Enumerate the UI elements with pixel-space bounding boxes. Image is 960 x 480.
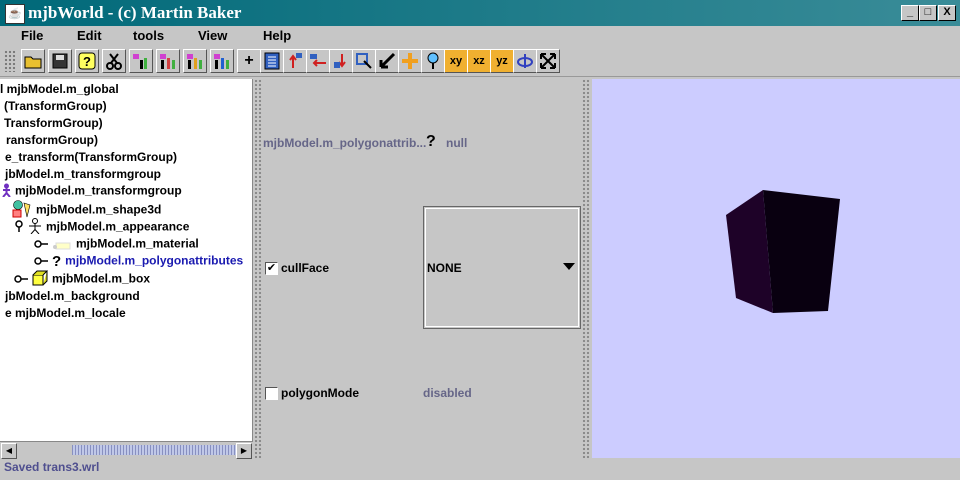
maximize-button[interactable]: □	[919, 5, 937, 21]
scroll-right-icon[interactable]: ▶	[236, 443, 252, 459]
3d-viewport[interactable]	[592, 79, 960, 458]
menu-tools[interactable]: tools	[133, 28, 164, 43]
right-splitter[interactable]	[582, 79, 590, 458]
node-name-label: mjbModel.m_polygonattrib...	[263, 136, 427, 150]
minimize-button[interactable]: _	[901, 5, 919, 21]
pin-icon[interactable]	[421, 49, 445, 73]
figure-icon	[2, 183, 11, 200]
select-node-icon[interactable]	[352, 49, 376, 73]
app-icon[interactable]: ☕	[5, 4, 25, 24]
move-down-icon[interactable]	[329, 49, 353, 73]
node-insert-1-icon[interactable]	[129, 49, 153, 73]
node-insert-2-icon[interactable]	[156, 49, 180, 73]
title-bar: ☕ mjbWorld - (c) Martin Baker _ □ X	[0, 0, 960, 26]
scene-tree[interactable]: l mjbModel.m_global (TransformGroup) Tra…	[0, 79, 253, 441]
menu-view[interactable]: View	[198, 28, 227, 43]
polygonmode-value: disabled	[423, 386, 472, 400]
key-expander-icon[interactable]	[14, 273, 28, 287]
cullface-value: NONE	[427, 261, 462, 275]
tree-node-box[interactable]: mjbModel.m_box	[14, 270, 150, 289]
tree-node-transformgroup-2[interactable]: TransformGroup)	[4, 116, 103, 130]
left-splitter[interactable]	[254, 79, 262, 458]
node-value: null	[446, 136, 468, 150]
cube-render	[726, 190, 840, 313]
stick-figure-icon	[28, 218, 42, 237]
polygonmode-checkbox[interactable]	[265, 387, 278, 400]
rotate-icon[interactable]	[513, 49, 537, 73]
tree-node-background[interactable]: jbModel.m_background	[5, 289, 140, 303]
menu-file[interactable]: File	[21, 28, 43, 43]
cut-icon[interactable]	[102, 49, 126, 73]
fullscreen-icon[interactable]	[536, 49, 560, 73]
node-insert-4-icon[interactable]	[210, 49, 234, 73]
key-expander-icon[interactable]	[14, 220, 24, 235]
key-expander-icon[interactable]	[34, 238, 48, 252]
polygonmode-label: polygonMode	[281, 386, 359, 400]
list-icon[interactable]	[260, 49, 284, 73]
menu-bar: File Edit tools View Help	[0, 26, 960, 46]
xy-icon[interactable]: xy	[444, 49, 468, 73]
question-icon: ?	[426, 133, 436, 150]
svg-text:?: ?	[83, 54, 91, 69]
tree-node-polygonattributes[interactable]: ? mjbModel.m_polygonattributes	[34, 253, 243, 270]
window-title: mjbWorld - (c) Martin Baker	[28, 3, 242, 22]
tree-node-transformgroup-3[interactable]: ransformGroup)	[6, 133, 98, 147]
scroll-thumb[interactable]	[72, 445, 236, 455]
cube-front-face	[763, 190, 840, 313]
toolbar-grip[interactable]	[4, 50, 16, 72]
scroll-left-icon[interactable]: ◀	[1, 443, 17, 459]
help-icon[interactable]: ?	[75, 49, 99, 73]
material-icon	[52, 236, 72, 253]
toolbar: ? + xy xz yz	[0, 46, 960, 77]
tree-node-global[interactable]: l mjbModel.m_global	[0, 82, 119, 96]
open-folder-icon[interactable]	[21, 49, 45, 73]
move-up-icon[interactable]	[283, 49, 307, 73]
tree-node-appearance[interactable]: mjbModel.m_appearance	[14, 218, 189, 237]
move-left-icon[interactable]	[306, 49, 330, 73]
box-icon	[32, 270, 49, 289]
tree-node-transformgroup[interactable]: jbModel.m_transformgroup	[5, 167, 161, 181]
tree-horizontal-scrollbar[interactable]: ◀ ▶	[0, 441, 253, 459]
key-expander-icon[interactable]	[34, 255, 48, 269]
tree-node-transformgroup-expanded[interactable]: mjbModel.m_transformgroup	[2, 183, 182, 200]
pan-icon[interactable]	[398, 49, 422, 73]
yz-icon[interactable]: yz	[490, 49, 514, 73]
arrow-icon[interactable]	[375, 49, 399, 73]
node-insert-3-icon[interactable]	[183, 49, 207, 73]
question-icon: ?	[52, 253, 62, 270]
dropdown-arrow-icon[interactable]	[563, 263, 575, 270]
close-button[interactable]: X	[938, 5, 956, 21]
status-bar-text: Saved trans3.wrl	[4, 460, 100, 474]
menu-help[interactable]: Help	[263, 28, 291, 43]
cullface-label: cullFace	[281, 261, 330, 275]
tree-node-transformgroup-1[interactable]: (TransformGroup)	[4, 99, 107, 113]
tree-node-locale[interactable]: e mjbModel.m_locale	[5, 306, 126, 320]
cullface-checkbox[interactable]: ✔	[265, 262, 278, 275]
add-icon[interactable]: +	[237, 49, 261, 73]
tree-node-e-transform[interactable]: e_transform(TransformGroup)	[5, 150, 177, 164]
save-icon[interactable]	[48, 49, 72, 73]
xz-icon[interactable]: xz	[467, 49, 491, 73]
menu-edit[interactable]: Edit	[77, 28, 102, 43]
tree-node-material[interactable]: mjbModel.m_material	[34, 236, 199, 253]
